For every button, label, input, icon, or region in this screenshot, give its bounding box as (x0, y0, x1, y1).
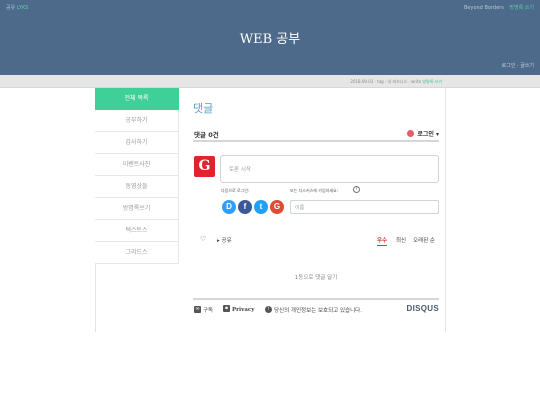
name-input[interactable]: 이름 (290, 200, 439, 214)
privacy-notice[interactable]: ! 당신의 개인정보는 보호되고 있습니다. (265, 306, 362, 314)
mail-icon: ✉ (194, 306, 201, 313)
comment-count[interactable]: 댓글 0건 (194, 129, 219, 139)
sidebar-item-text[interactable]: 텍스트스 (95, 220, 179, 242)
guestbook-meta-link[interactable]: 방명록 쓰기 (422, 79, 442, 84)
disqus-signup-label: 또는 디스커스에 가입하세요: (290, 188, 339, 193)
comments-count-row: 댓글 0건 로그인 ▾ (193, 128, 439, 142)
sort-newest-tab[interactable]: 최신 (396, 236, 406, 244)
share-link[interactable]: 공유 (6, 5, 15, 11)
guestbook-link[interactable]: 방명록 쓰기 (509, 5, 534, 11)
login-label: 로그인 ▾ (417, 131, 439, 138)
subscribe-link[interactable]: ✉ 구독 (194, 306, 213, 314)
disqus-login-icon[interactable]: D (222, 200, 236, 214)
sidebar-item-study[interactable]: 공부하기 (95, 110, 179, 132)
sidebar-item-thanks[interactable]: 감사하기 (95, 132, 179, 154)
comment-actions: ♡ ▸ 공유 우수 최신 오래된 순 (193, 235, 439, 247)
subscribe-label: 구독 (203, 308, 214, 314)
sidebar-item-videos[interactable]: 동영상들 (95, 176, 179, 198)
site-title[interactable]: WEB 공부 (0, 28, 540, 47)
sidebar-item-grid[interactable]: 그리드스 (95, 242, 179, 264)
google-login-icon[interactable]: G (270, 200, 284, 214)
user-icon (407, 130, 415, 137)
warning-icon: ! (265, 306, 272, 313)
disqus-logo[interactable]: DISQUS (407, 304, 439, 313)
comments-heading: 댓글 (193, 102, 214, 115)
share-label: 공유 (221, 238, 232, 244)
first-comment-prompt: 1등으로 댓글 달기 (294, 275, 338, 281)
tagline: Beyond Borders (463, 5, 504, 11)
post-meta-bar: 2018.09.03 · tag · 내 비즈니스 · write 방명록 쓰기 (0, 75, 540, 88)
top-right-nav: Beyond Borders 방명록 쓰기 (464, 4, 534, 11)
sidebar-item-event-photos[interactable]: 이벤트사진 (95, 154, 179, 176)
twitter-login-icon[interactable]: t (254, 200, 268, 214)
site-header: 공유 LYKS Beyond Borders 방명록 쓰기 WEB 공부 로그인… (0, 0, 540, 75)
sort-oldest-tab[interactable]: 오래된 순 (413, 236, 435, 244)
social-login-label: 다음으로 로그인: (221, 188, 250, 193)
facebook-login-icon[interactable]: f (238, 200, 252, 214)
disqus-footer: ✉ 구독 ▪ Privacy ! 당신의 개인정보는 보호되고 있습니다. DISQU… (193, 298, 439, 316)
share-button[interactable]: ▸ 공유 (217, 236, 232, 244)
comments-section: 댓글 댓글 0건 로그인 ▾ G 토론 시작 다음으로 로그인: 또는 디스커스… (193, 100, 439, 314)
privacy-notice-text: 당신의 개인정보는 보호되고 있습니다. (274, 308, 362, 314)
sidebar: 전체 목록 공부하기 감사하기 이벤트사진 동영상들 방명록쓰기 텍스트스 그리… (95, 88, 179, 264)
guest-avatar-icon: G (194, 156, 215, 177)
privacy-link[interactable]: ▪ Privacy (223, 305, 255, 313)
blog-link[interactable]: LYKS (17, 5, 29, 11)
sort-best-tab[interactable]: 우수 (377, 236, 388, 246)
help-icon[interactable]: ? (353, 186, 360, 193)
sidebar-item-guestbook[interactable]: 방명록쓰기 (95, 198, 179, 220)
header-menu[interactable]: 로그인 · 글쓰기 (502, 62, 534, 69)
sidebar-item-all[interactable]: 전체 목록 (95, 88, 179, 110)
post-meta-text: 2018.09.03 · tag · 내 비즈니스 · write (350, 79, 422, 84)
privacy-label: Privacy (232, 307, 255, 313)
login-dropdown[interactable]: 로그인 ▾ (407, 129, 439, 138)
lock-icon: ▪ (223, 305, 230, 312)
post-meta: 2018.09.03 · tag · 내 비즈니스 · write 방명록 쓰기 (350, 79, 442, 85)
top-left-nav[interactable]: 공유 LYKS (6, 4, 28, 11)
comment-textarea[interactable]: 토론 시작 (220, 155, 439, 183)
heart-icon[interactable]: ♡ (200, 235, 206, 243)
